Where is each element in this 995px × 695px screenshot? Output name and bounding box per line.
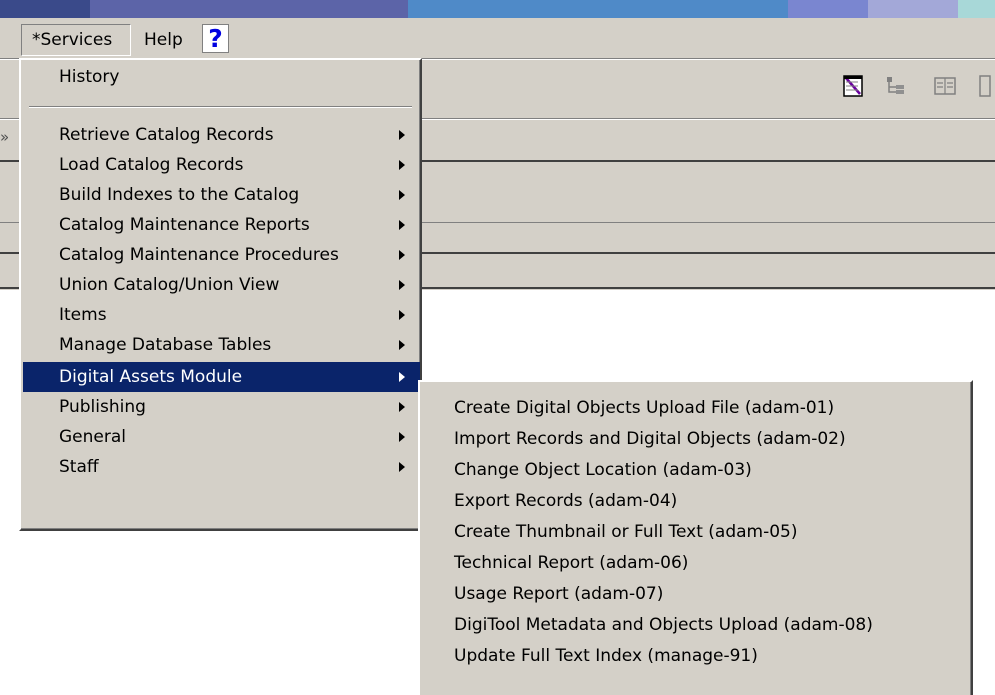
submenu-item-adam-07[interactable]: Usage Report (adam-07): [422, 579, 967, 610]
title-strip-segment: [90, 0, 408, 18]
title-strip-segment: [958, 0, 995, 18]
menu-item-publishing[interactable]: Publishing: [23, 392, 420, 422]
submenu-arrow-icon: [399, 190, 405, 200]
notepad-icon[interactable]: [842, 74, 866, 103]
submenu-arrow-icon: [399, 280, 405, 290]
menu-item-label: History: [59, 67, 120, 87]
menu-item-label: Staff: [59, 457, 99, 477]
submenu-item-adam-02[interactable]: Import Records and Digital Objects (adam…: [422, 424, 967, 455]
help-question-icon: ?: [208, 24, 223, 53]
submenu-arrow-icon: [399, 432, 405, 442]
menu-item-catalog-maintenance-reports[interactable]: Catalog Maintenance Reports: [23, 210, 420, 240]
submenu-arrow-icon: [399, 220, 405, 230]
columns-icon[interactable]: [933, 74, 957, 103]
digital-assets-submenu: Create Digital Objects Upload File (adam…: [418, 380, 973, 695]
menu-item-label: Publishing: [59, 397, 146, 417]
submenu-arrow-icon: [399, 250, 405, 260]
menu-item-label: Load Catalog Records: [59, 155, 244, 175]
toolbar-icons: [838, 70, 995, 102]
menu-item-label: Items: [59, 305, 107, 325]
menu-item-label: Digital Assets Module: [59, 367, 243, 387]
menu-item-staff[interactable]: Staff: [23, 452, 420, 482]
submenu-arrow-icon: [399, 462, 405, 472]
help-button[interactable]: ?: [202, 24, 229, 53]
title-strip-segment: [788, 0, 868, 18]
menu-item-load-catalog-records[interactable]: Load Catalog Records: [23, 150, 420, 180]
submenu-arrow-icon: [399, 160, 405, 170]
submenu-item-adam-06[interactable]: Technical Report (adam-06): [422, 548, 967, 579]
menu-item-general[interactable]: General: [23, 422, 420, 452]
menu-item-label: Union Catalog/Union View: [59, 275, 280, 295]
collapse-arrow-icon[interactable]: »: [0, 122, 8, 152]
menu-item-manage-database-tables[interactable]: Manage Database Tables: [23, 330, 420, 360]
book-icon[interactable]: [978, 74, 992, 103]
menu-item-union-catalog[interactable]: Union Catalog/Union View: [23, 270, 420, 300]
title-strip-segment: [868, 0, 958, 18]
menu-help[interactable]: Help: [144, 24, 183, 56]
window-title-strip: [0, 0, 995, 18]
submenu-item-adam-04[interactable]: Export Records (adam-04): [422, 486, 967, 517]
submenu-arrow-icon: [399, 402, 405, 412]
submenu-arrow-icon: [399, 372, 405, 382]
submenu-item-adam-01[interactable]: Create Digital Objects Upload File (adam…: [422, 393, 967, 424]
menu-item-build-indexes[interactable]: Build Indexes to the Catalog: [23, 180, 420, 210]
submenu-arrow-icon: [399, 130, 405, 140]
menu-separator: [29, 106, 412, 108]
menu-item-retrieve-catalog-records[interactable]: Retrieve Catalog Records: [23, 120, 420, 150]
menu-item-label: General: [59, 427, 126, 447]
menu-item-history[interactable]: History: [23, 62, 420, 92]
menu-item-label: Manage Database Tables: [59, 335, 272, 355]
menu-services[interactable]: *Services: [21, 24, 131, 56]
menu-item-items[interactable]: Items: [23, 300, 420, 330]
menu-item-label: Catalog Maintenance Reports: [59, 215, 310, 235]
services-dropdown-menu: History Retrieve Catalog Records Load Ca…: [19, 58, 422, 531]
submenu-arrow-icon: [399, 340, 405, 350]
submenu-item-adam-05[interactable]: Create Thumbnail or Full Text (adam-05): [422, 517, 967, 548]
title-strip-segment: [408, 0, 788, 18]
submenu-item-manage-91[interactable]: Update Full Text Index (manage-91): [422, 641, 967, 672]
menu-item-label: Retrieve Catalog Records: [59, 125, 274, 145]
submenu-item-adam-08[interactable]: DigiTool Metadata and Objects Upload (ad…: [422, 610, 967, 641]
menu-item-label: Catalog Maintenance Procedures: [59, 245, 339, 265]
title-strip-segment: [0, 0, 90, 18]
menu-item-digital-assets-module[interactable]: Digital Assets Module: [23, 362, 420, 392]
menu-item-catalog-maintenance-procedures[interactable]: Catalog Maintenance Procedures: [23, 240, 420, 270]
submenu-item-adam-03[interactable]: Change Object Location (adam-03): [422, 455, 967, 486]
tree-view-icon[interactable]: [884, 74, 908, 103]
submenu-arrow-icon: [399, 310, 405, 320]
menu-item-label: Build Indexes to the Catalog: [59, 185, 300, 205]
